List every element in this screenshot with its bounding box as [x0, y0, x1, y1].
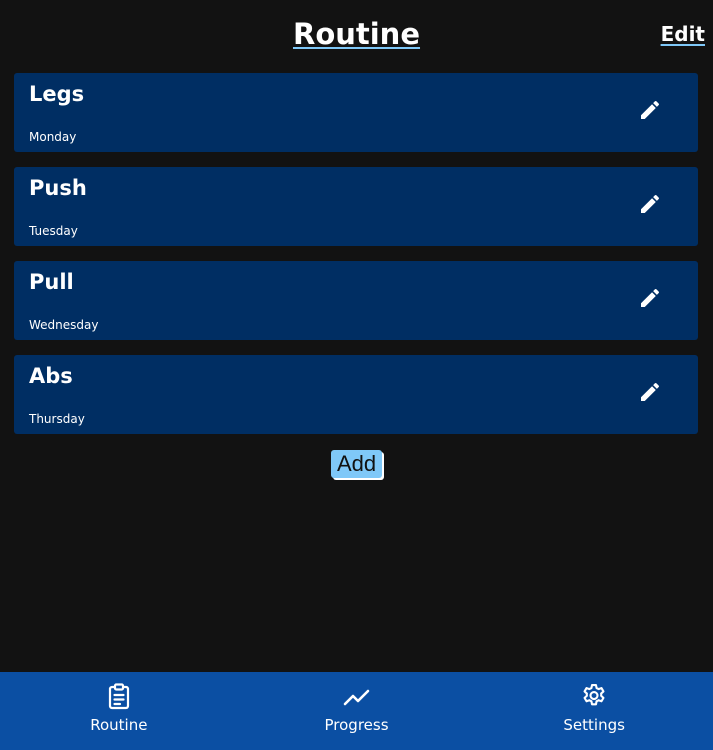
routine-name: Abs — [29, 364, 73, 388]
pencil-icon[interactable] — [638, 98, 662, 122]
nav-item-settings[interactable]: Settings — [475, 672, 713, 750]
pencil-icon[interactable] — [638, 192, 662, 216]
header: Routine Edit — [0, 0, 713, 70]
routine-card-push[interactable]: Push Tuesday — [14, 167, 698, 246]
gear-icon — [580, 682, 608, 710]
bottom-nav: Routine Progress Settings — [0, 672, 713, 750]
routine-day: Wednesday — [29, 318, 99, 332]
pencil-icon[interactable] — [638, 286, 662, 310]
routine-day: Tuesday — [29, 224, 78, 238]
nav-item-routine[interactable]: Routine — [0, 672, 238, 750]
routine-day: Monday — [29, 130, 77, 144]
add-button[interactable]: Add — [331, 450, 383, 478]
routine-name: Pull — [29, 270, 74, 294]
clipboard-list-icon — [105, 682, 133, 710]
routine-name: Legs — [29, 82, 85, 106]
edit-link[interactable]: Edit — [661, 20, 705, 48]
nav-label: Routine — [90, 716, 148, 734]
nav-item-progress[interactable]: Progress — [238, 672, 476, 750]
nav-label: Settings — [563, 716, 625, 734]
routine-card-legs[interactable]: Legs Monday — [14, 73, 698, 152]
page-title: Routine — [292, 17, 421, 51]
pencil-icon[interactable] — [638, 380, 662, 404]
trending-line-icon — [343, 682, 371, 710]
routine-list: Legs Monday Push Tuesday Pull Wednesday … — [14, 73, 698, 449]
nav-label: Progress — [324, 716, 389, 734]
routine-name: Push — [29, 176, 87, 200]
routine-card-abs[interactable]: Abs Thursday — [14, 355, 698, 434]
routine-card-pull[interactable]: Pull Wednesday — [14, 261, 698, 340]
routine-day: Thursday — [29, 412, 85, 426]
